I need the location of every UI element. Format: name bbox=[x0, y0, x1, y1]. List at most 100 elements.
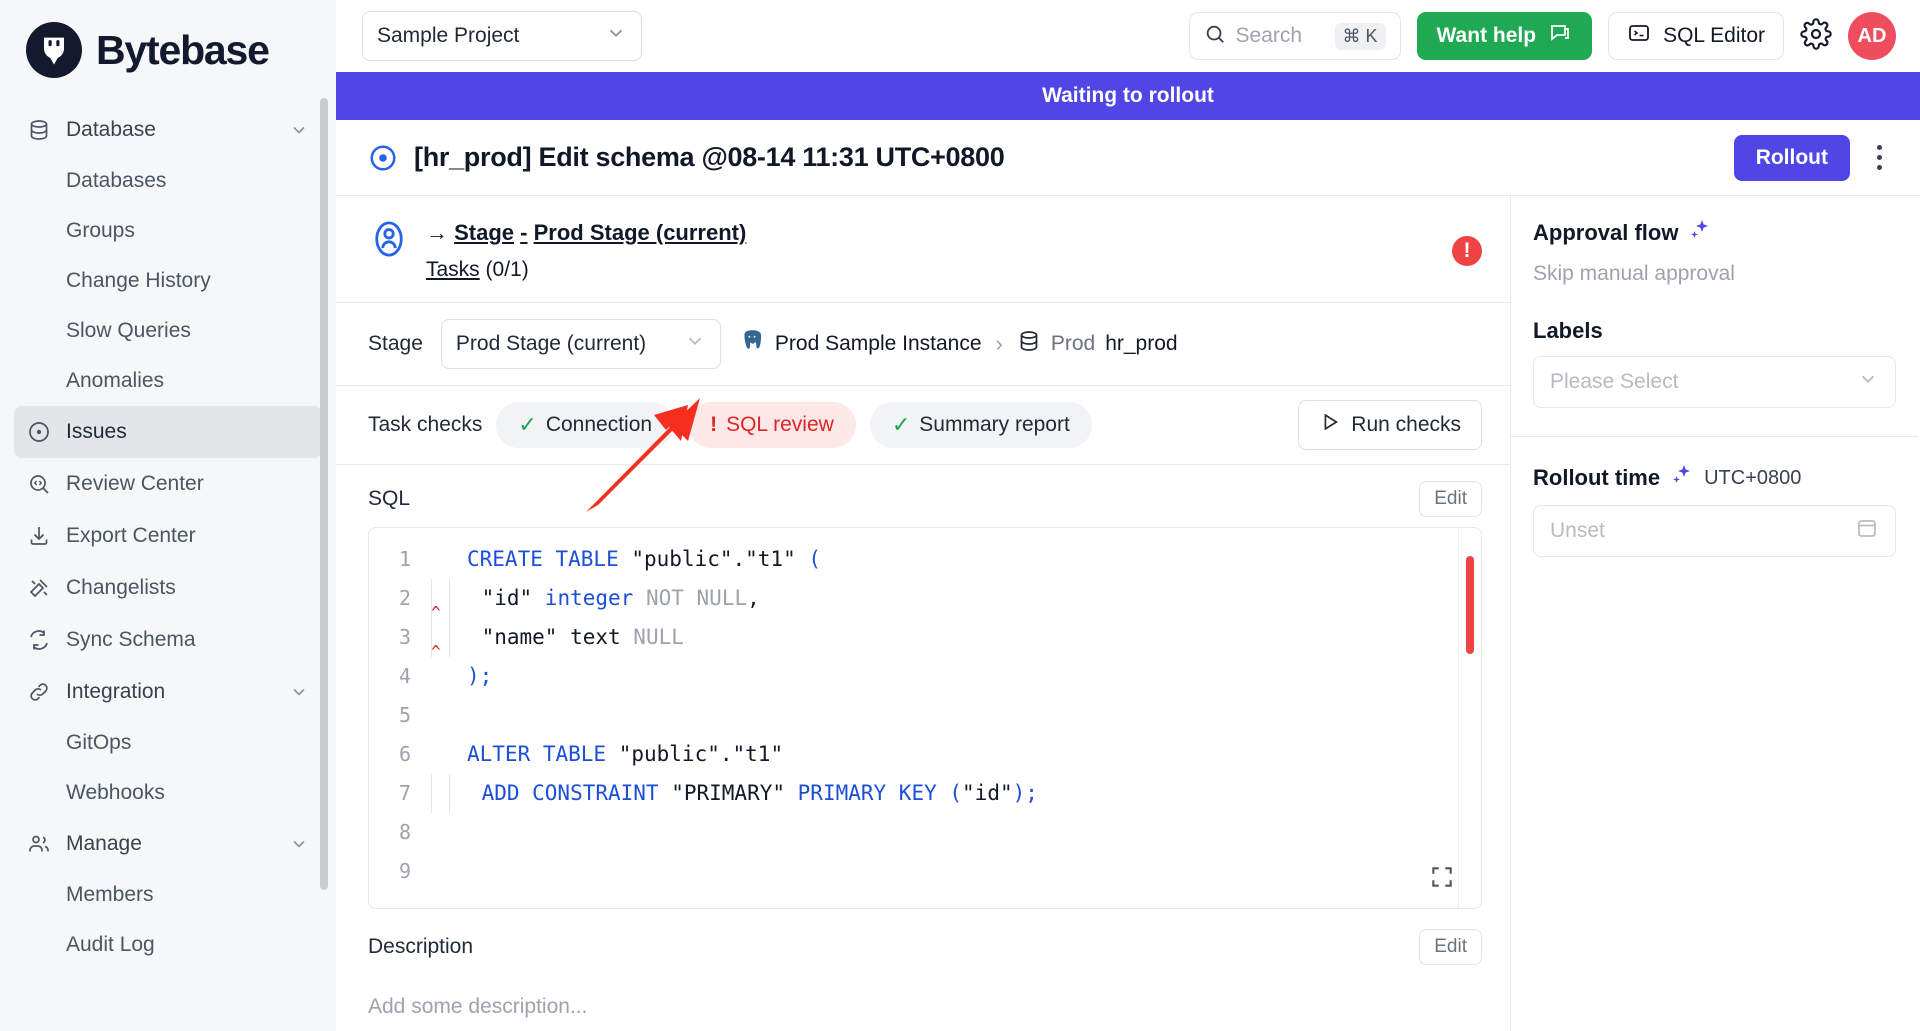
arrow-glyph: → bbox=[426, 220, 448, 245]
expand-icon[interactable] bbox=[1429, 864, 1455, 890]
sparkles-icon bbox=[1688, 218, 1712, 248]
more-options-icon[interactable] bbox=[1866, 141, 1892, 175]
sidebar-item-database[interactable]: Database bbox=[14, 104, 322, 156]
search-input[interactable]: Search ⌘ K bbox=[1188, 12, 1401, 60]
sidebar-item-databases[interactable]: Databases bbox=[14, 156, 322, 206]
sidebar-item-slow-queries[interactable]: Slow Queries bbox=[14, 306, 322, 356]
labels-title: Labels bbox=[1533, 318, 1603, 343]
sidebar-item-webhooks[interactable]: Webhooks bbox=[14, 768, 322, 818]
sidebar-item-change-history[interactable]: Change History bbox=[14, 256, 322, 306]
sidebar: Bytebase Database Databases Groups Chang… bbox=[0, 0, 336, 1031]
sidebar-item-export-center[interactable]: Export Center bbox=[14, 510, 322, 562]
description-section-title: Description bbox=[368, 934, 474, 958]
task-check-chip-connection[interactable]: ✓ Connection bbox=[496, 401, 675, 448]
warning-icon: ! bbox=[710, 412, 718, 436]
sidebar-item-manage[interactable]: Manage bbox=[14, 818, 322, 870]
description-placeholder[interactable]: Add some description... bbox=[368, 975, 1482, 1019]
brand-logo[interactable]: Bytebase bbox=[0, 0, 336, 98]
sidebar-item-audit-log[interactable]: Audit Log bbox=[14, 920, 322, 970]
run-checks-label: Run checks bbox=[1351, 412, 1461, 436]
app-root: Bytebase Database Databases Groups Chang… bbox=[0, 0, 1920, 1031]
assignee-avatar-icon bbox=[368, 218, 410, 260]
sidebar-item-sync-schema[interactable]: Sync Schema bbox=[14, 614, 322, 666]
sync-schema-icon bbox=[26, 627, 52, 653]
sidebar-item-label: Members bbox=[66, 883, 154, 906]
sidebar-item-label: Review Center bbox=[66, 472, 204, 495]
postgres-icon bbox=[739, 328, 765, 360]
sidebar-item-gitops[interactable]: GitOps bbox=[14, 718, 322, 768]
want-help-button[interactable]: Want help bbox=[1416, 12, 1593, 60]
sidebar-item-integration[interactable]: Integration bbox=[14, 666, 322, 718]
issue-body: → Stage - Prod Stage (current) Tasks (0/… bbox=[336, 196, 1920, 1031]
sidebar-item-label: Export Center bbox=[66, 524, 196, 547]
sidebar-item-label: Issues bbox=[66, 420, 127, 443]
gear-icon[interactable] bbox=[1800, 17, 1832, 55]
sidebar-item-changelists[interactable]: Changelists bbox=[14, 562, 322, 614]
run-checks-button[interactable]: Run checks bbox=[1298, 399, 1482, 450]
chevron-down-icon bbox=[288, 119, 310, 141]
bytebase-mark-glyph bbox=[44, 37, 64, 65]
stage-prefix: Stage bbox=[454, 220, 515, 245]
search-shortcut: ⌘ K bbox=[1334, 22, 1386, 50]
breadcrumb: Prod Sample Instance › Prod hr_prod bbox=[739, 328, 1178, 360]
breadcrumb-instance[interactable]: Prod Sample Instance bbox=[775, 332, 982, 356]
description-edit-button[interactable]: Edit bbox=[1419, 928, 1482, 965]
sidebar-item-groups[interactable]: Groups bbox=[14, 206, 322, 256]
approval-flow-header: Approval flow bbox=[1533, 218, 1896, 248]
sidebar-item-anomalies[interactable]: Anomalies bbox=[14, 356, 322, 406]
project-selector-value: Sample Project bbox=[377, 24, 520, 47]
task-check-chip-summary-report[interactable]: ✓ Summary report bbox=[869, 401, 1092, 448]
line-number: 3 bbox=[398, 625, 411, 649]
sql-edit-button[interactable]: Edit bbox=[1419, 480, 1482, 517]
avatar[interactable]: AD bbox=[1848, 12, 1896, 60]
project-selector[interactable]: Sample Project bbox=[362, 11, 642, 61]
labels-select[interactable]: Please Select bbox=[1533, 356, 1896, 408]
approval-flow-value: Skip manual approval bbox=[1533, 262, 1735, 285]
sidebar-scrollbar[interactable] bbox=[320, 98, 328, 890]
bytebase-logo-icon bbox=[26, 22, 82, 78]
line-number: 6 bbox=[398, 742, 411, 766]
breadcrumb-database[interactable]: hr_prod bbox=[1105, 332, 1177, 356]
editor-scrollbar[interactable] bbox=[1466, 555, 1474, 654]
stage-select-value: Prod Stage (current) bbox=[455, 331, 647, 355]
avatar-initials: AD bbox=[1857, 24, 1887, 47]
sidebar-item-label: Changelists bbox=[66, 576, 176, 599]
sql-code-lines: 1 CREATE TABLE "public"."t1" (2 "id" inte… bbox=[369, 540, 1481, 891]
sidebar-item-label: Sync Schema bbox=[66, 628, 196, 651]
sql-code-line: 2 "id" integer NOT NULL, bbox=[369, 578, 1481, 618]
task-check-chip-sql-review[interactable]: ! SQL review bbox=[688, 401, 856, 448]
database-icon bbox=[26, 117, 52, 143]
line-number: 9 bbox=[398, 859, 411, 883]
changelists-icon bbox=[26, 575, 52, 601]
sql-code-line: 4); bbox=[369, 657, 1481, 696]
sidebar-item-label: Webhooks bbox=[66, 781, 165, 804]
sidebar-item-members[interactable]: Members bbox=[14, 870, 322, 920]
check-icon: ✓ bbox=[518, 411, 537, 437]
rollout-time-input[interactable]: Unset bbox=[1533, 505, 1896, 557]
sidebar-item-issues[interactable]: Issues bbox=[14, 406, 322, 458]
sql-editor-button[interactable]: SQL Editor bbox=[1608, 12, 1784, 60]
line-number: 1 bbox=[398, 547, 411, 571]
sql-code-text: ADD CONSTRAINT "PRIMARY" PRIMARY KEY ("i… bbox=[431, 781, 1038, 805]
stage-select[interactable]: Prod Stage (current) bbox=[440, 318, 721, 369]
sidebar-item-label: Anomalies bbox=[66, 369, 165, 392]
sql-editor[interactable]: 1 CREATE TABLE "public"."t1" (2 "id" inte… bbox=[368, 526, 1482, 909]
line-number: 2 bbox=[398, 586, 411, 610]
breadcrumb-environment: Prod bbox=[1050, 331, 1096, 355]
line-number: 4 bbox=[398, 664, 411, 688]
terminal-icon bbox=[1627, 21, 1651, 51]
sidebar-item-review-center[interactable]: Review Center bbox=[14, 458, 322, 510]
rollout-button[interactable]: Rollout bbox=[1733, 134, 1850, 181]
tasks-line[interactable]: Tasks (0/1) bbox=[426, 254, 746, 286]
rollout-time-timezone: UTC+0800 bbox=[1704, 466, 1802, 489]
sql-code-line: 8 bbox=[369, 813, 1481, 852]
stage-breadcrumb-line[interactable]: → Stage - Prod Stage (current) bbox=[426, 216, 746, 249]
calendar-icon bbox=[1855, 516, 1879, 546]
stage-field-label: Stage bbox=[368, 331, 423, 355]
tasks-label: Tasks bbox=[426, 258, 480, 281]
issue-header-actions: Rollout bbox=[1733, 134, 1892, 181]
stage-links: → Stage - Prod Stage (current) Tasks (0/… bbox=[426, 216, 746, 286]
